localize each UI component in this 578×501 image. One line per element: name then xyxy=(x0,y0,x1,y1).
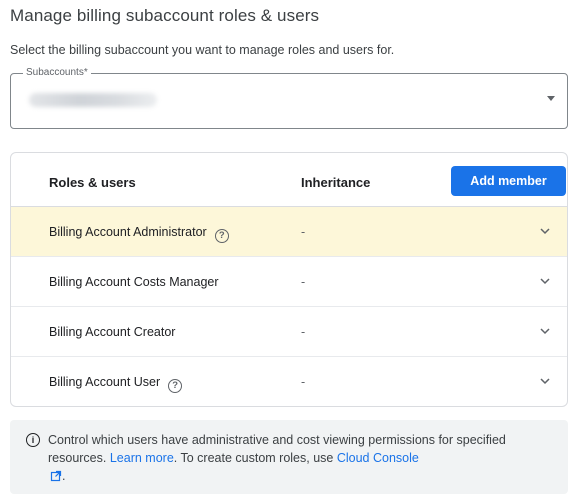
info-text: Control which users have administrative … xyxy=(48,431,558,485)
info-banner: i Control which users have administrativ… xyxy=(10,420,568,494)
info-text-middle: . To create custom roles, use xyxy=(173,451,337,465)
chevron-down-icon[interactable] xyxy=(539,326,551,336)
column-header-roles: Roles & users xyxy=(49,175,136,190)
role-row-billing-account-user[interactable]: Billing Account User? - xyxy=(11,357,567,406)
add-member-button[interactable]: Add member xyxy=(451,166,566,196)
role-inheritance: - xyxy=(301,225,306,239)
billing-roles-page: Manage billing subaccount roles & users … xyxy=(0,0,578,501)
help-icon[interactable]: ? xyxy=(168,379,183,393)
roles-table: Roles & users Inheritance Add member Bil… xyxy=(10,152,568,407)
roles-table-header: Roles & users Inheritance Add member xyxy=(11,153,567,207)
help-icon[interactable]: ? xyxy=(214,229,229,243)
role-row-billing-account-administrator[interactable]: Billing Account Administrator? - xyxy=(11,207,567,257)
chevron-down-icon[interactable] xyxy=(539,376,551,386)
role-name: Billing Account Administrator xyxy=(49,225,207,239)
dropdown-caret-icon[interactable] xyxy=(547,96,555,101)
role-inheritance: - xyxy=(301,275,306,289)
chevron-down-icon[interactable] xyxy=(539,226,551,236)
learn-more-link[interactable]: Learn more xyxy=(110,451,174,465)
page-title: Manage billing subaccount roles & users xyxy=(10,6,320,25)
subaccounts-selected-value-redacted xyxy=(29,93,157,107)
subaccounts-label: Subaccounts* xyxy=(23,67,91,78)
role-inheritance: - xyxy=(301,375,306,389)
role-label: Billing Account Administrator? xyxy=(49,225,229,243)
column-header-inheritance: Inheritance xyxy=(301,175,371,190)
role-label: Billing Account Costs Manager xyxy=(49,275,219,289)
role-label: Billing Account User? xyxy=(49,375,183,393)
info-text-end: . xyxy=(62,469,66,483)
chevron-down-icon[interactable] xyxy=(539,276,551,286)
role-label: Billing Account Creator xyxy=(49,325,176,339)
subaccounts-select[interactable]: Subaccounts* xyxy=(10,67,568,129)
external-link-icon[interactable] xyxy=(50,470,62,482)
role-name: Billing Account User xyxy=(49,375,161,389)
page-subtitle: Select the billing subaccount you want t… xyxy=(10,43,395,57)
cloud-console-link-label: Cloud Console xyxy=(336,451,419,465)
role-row-billing-account-creator[interactable]: Billing Account Creator - xyxy=(11,307,567,357)
role-inheritance: - xyxy=(301,325,306,339)
role-row-billing-account-costs-manager[interactable]: Billing Account Costs Manager - xyxy=(11,257,567,307)
info-circle-icon: i xyxy=(26,433,40,447)
